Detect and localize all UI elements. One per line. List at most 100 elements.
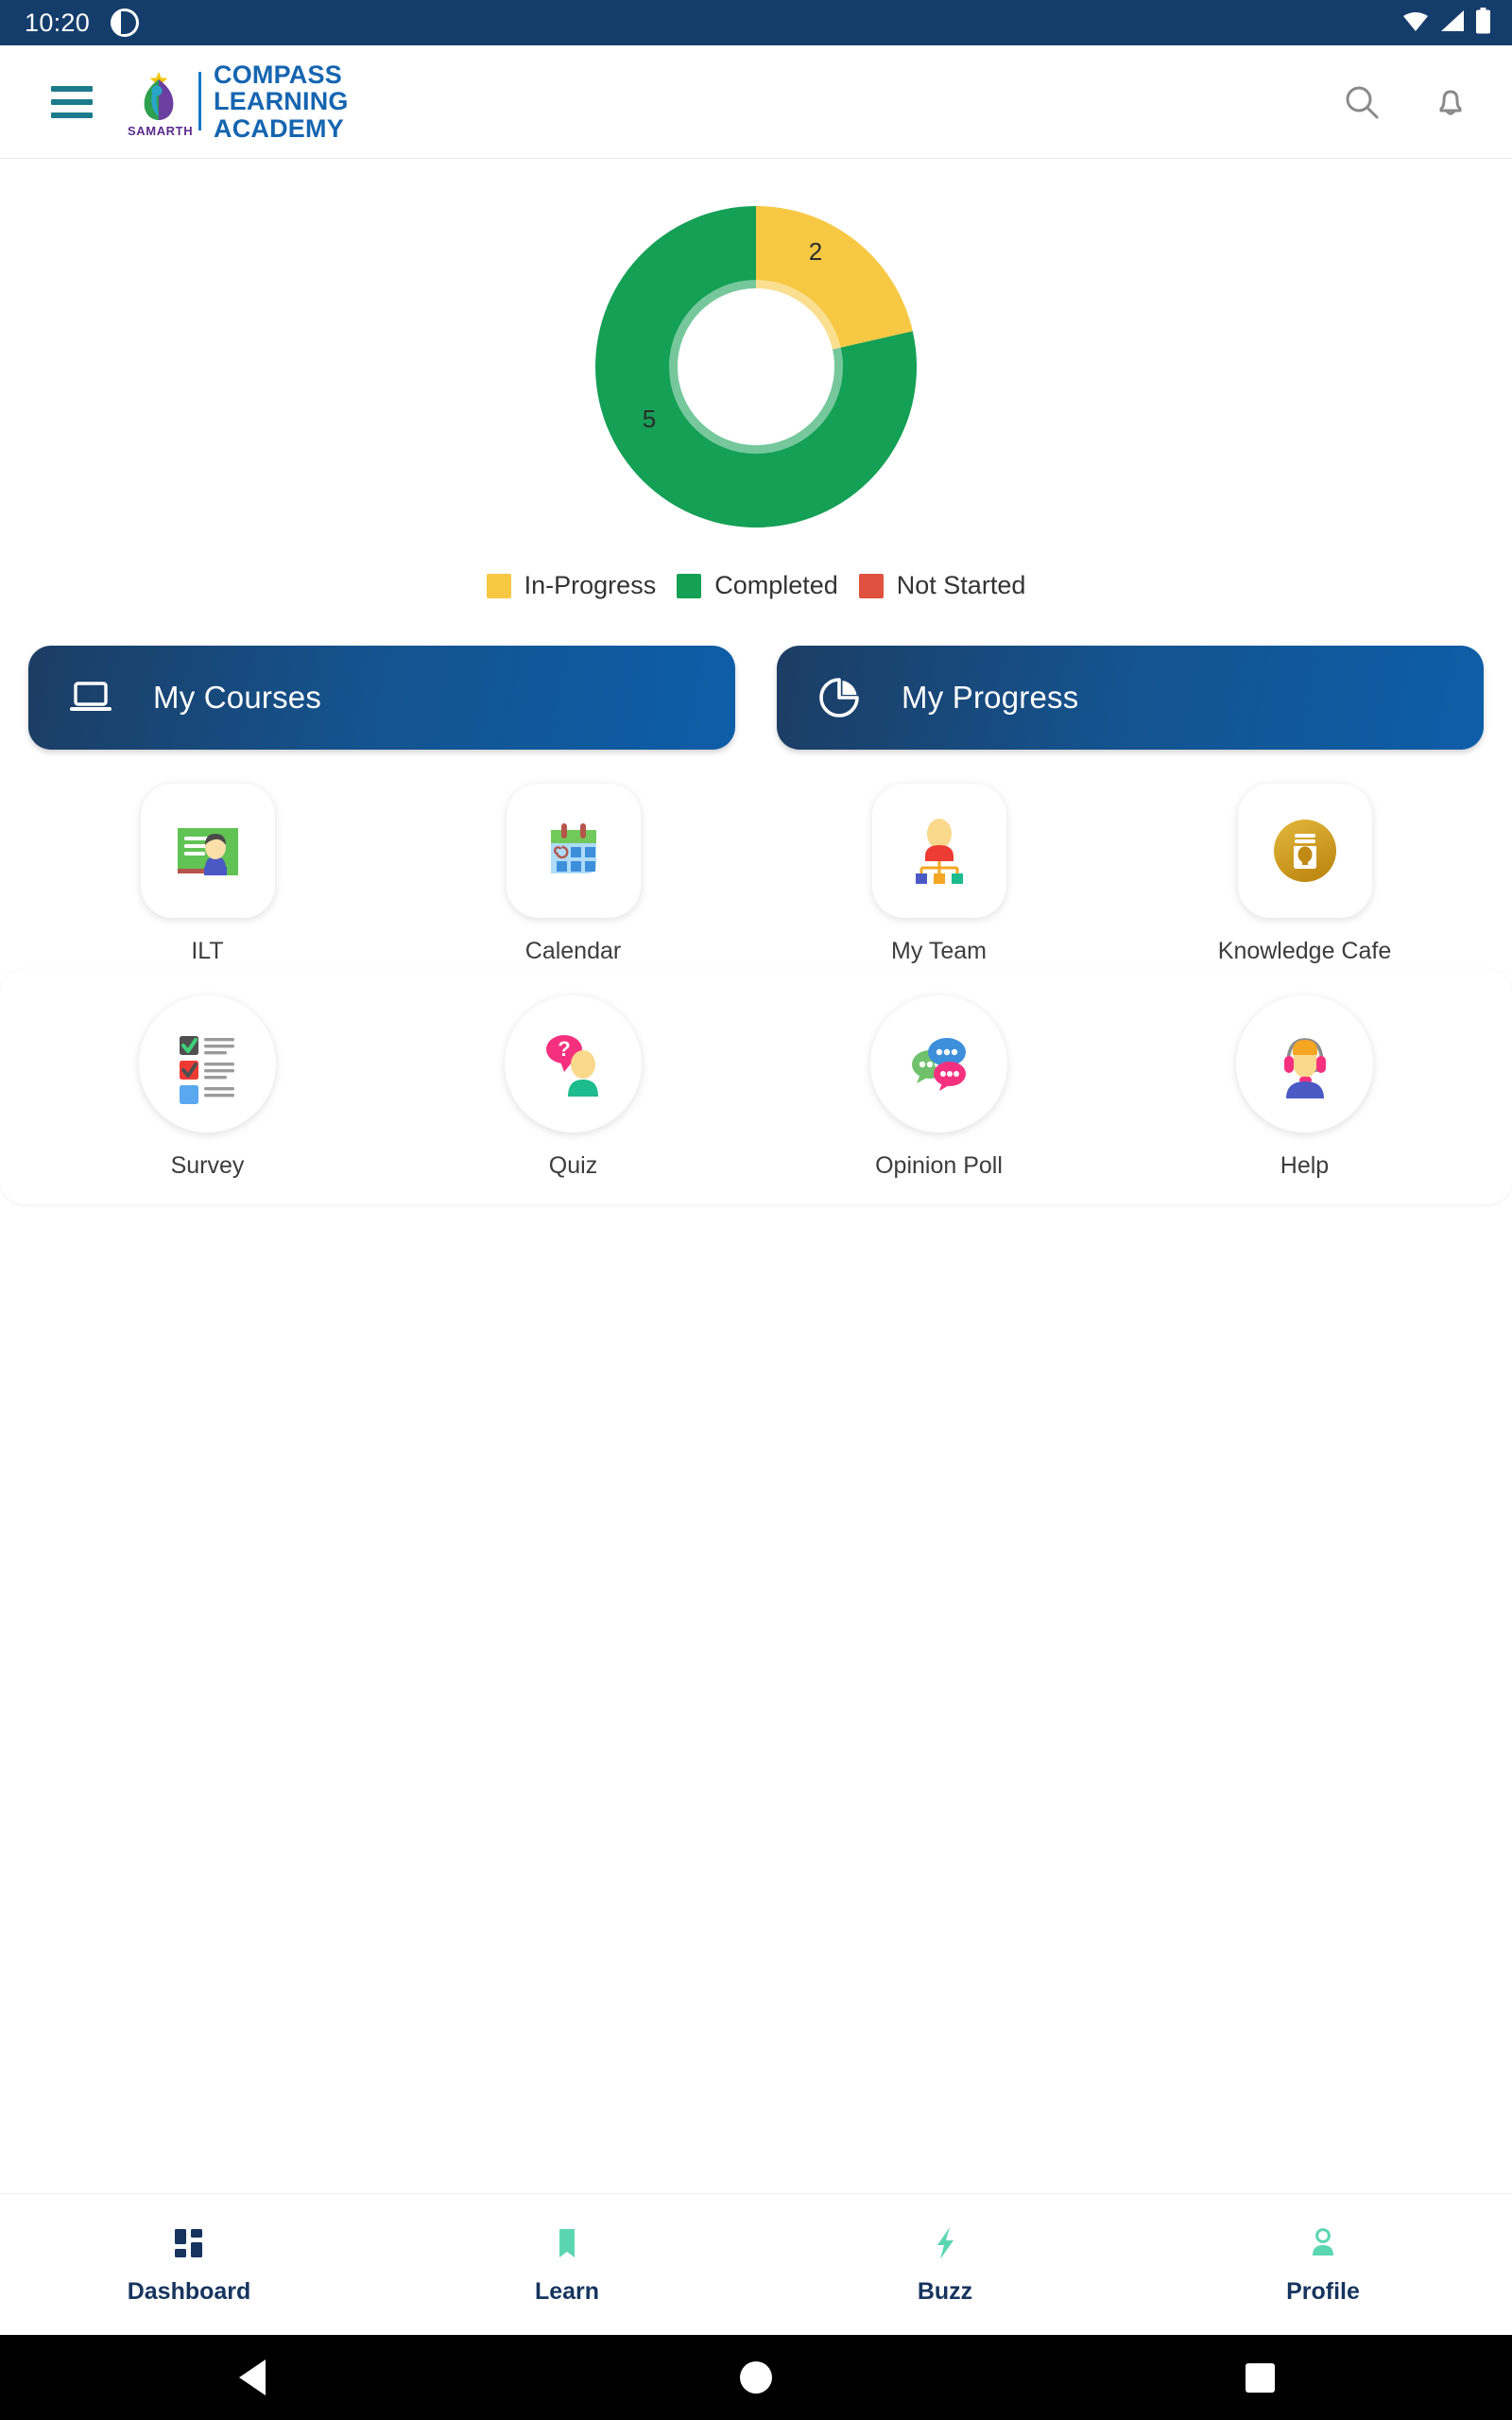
app-root: 10:20 SAMARTH COMPASS LEARNING ACADEMY 2…: [0, 0, 1512, 2420]
status-time: 10:20: [25, 8, 91, 37]
app-tile-quiz[interactable]: ? Quiz: [390, 986, 756, 1180]
donut-chart: 2 5: [595, 206, 918, 527]
app-grid-row-2: Survey ? Quiz Opinion Poll Help: [0, 969, 1512, 1204]
battery-icon: [1475, 7, 1491, 39]
survey-tile-surface: [139, 995, 276, 1132]
legend-swatch-not-started: [858, 573, 884, 598]
app-tile-opinion-poll[interactable]: Opinion Poll: [756, 986, 1122, 1180]
nav-item-dashboard[interactable]: Dashboard: [0, 2224, 378, 2306]
calendar-label: Calendar: [524, 938, 622, 964]
quiz-label: Quiz: [548, 1152, 598, 1179]
my-courses-button[interactable]: My Courses: [28, 646, 735, 750]
my-progress-button[interactable]: My Progress: [777, 646, 1484, 750]
legend-item-completed: Completed: [677, 571, 838, 600]
bottom-navigation: Dashboard Learn Buzz Profile: [0, 2193, 1512, 2335]
knowledge-cafe-label: Knowledge Cafe: [1217, 938, 1392, 964]
bell-icon[interactable]: [1431, 82, 1470, 122]
android-system-nav: [0, 2335, 1512, 2420]
nav-item-learn[interactable]: Learn: [378, 2224, 756, 2306]
opinion-poll-tile-surface: [870, 995, 1007, 1132]
app-shortcut-grid: ILT Calendar My Team Knowledge Cafe Surv…: [0, 774, 1512, 1204]
app-tile-calendar[interactable]: Calendar: [390, 774, 756, 965]
speech-bubbles-icon: [911, 1037, 966, 1091]
pie-chart-icon: [777, 676, 902, 719]
legend-item-not-started: Not Started: [858, 571, 1026, 600]
brand-line-3: ACADEMY: [214, 113, 344, 143]
survey-label: Survey: [170, 1152, 245, 1179]
recents-square-icon[interactable]: [1203, 2362, 1316, 2393]
legend-label-not-started: Not Started: [896, 571, 1026, 599]
knowledge-cafe-tile-surface: [1237, 784, 1372, 918]
hamburger-bar: [51, 85, 93, 92]
my-team-tile-surface: [871, 784, 1006, 918]
lightning-bolt-icon: [926, 2224, 964, 2267]
my-team-label: My Team: [891, 938, 987, 964]
opinion-poll-label: Opinion Poll: [875, 1152, 1003, 1179]
hamburger-bar: [51, 98, 93, 105]
legend-item-in-progress: In-Progress: [486, 571, 657, 600]
donut-hole: [678, 288, 834, 445]
book-icon: [548, 2224, 586, 2267]
help-tile-surface: [1236, 995, 1373, 1132]
app-tile-help[interactable]: Help: [1122, 986, 1487, 1180]
app-tile-knowledge-cafe[interactable]: Knowledge Cafe: [1122, 774, 1487, 965]
brand-divider: [198, 72, 201, 131]
calendar-icon: [550, 823, 596, 873]
course-status-chart: 2 5 In-Progress Completed Not Started: [0, 159, 1512, 600]
slice-label-completed: 5: [643, 405, 656, 433]
brand-line-1: COMPASS: [214, 60, 342, 89]
my-courses-label: My Courses: [153, 680, 322, 715]
search-icon[interactable]: [1342, 82, 1382, 122]
nav-label-profile: Profile: [1286, 2277, 1360, 2305]
hamburger-bar: [51, 112, 93, 118]
chart-legend: In-Progress Completed Not Started: [486, 571, 1026, 600]
quiz-tile-surface: ?: [505, 995, 642, 1132]
cellular-signal-icon: [1439, 9, 1466, 37]
classroom-board-icon: [177, 828, 238, 875]
legend-swatch-in-progress: [486, 573, 511, 598]
grid-dashboard-icon: [170, 2224, 208, 2267]
nav-item-buzz[interactable]: Buzz: [756, 2224, 1134, 2306]
app-bar: SAMARTH COMPASS LEARNING ACADEMY: [0, 45, 1512, 159]
app-tile-survey[interactable]: Survey: [25, 986, 390, 1180]
hamburger-menu-icon[interactable]: [51, 85, 93, 118]
back-triangle-icon[interactable]: [196, 2360, 309, 2395]
brand-name: COMPASS LEARNING ACADEMY: [214, 60, 349, 143]
calendar-tile-surface: [506, 784, 641, 918]
status-bar-left: 10:20: [25, 8, 140, 37]
status-bar: 10:20: [0, 0, 1512, 45]
notification-circle-icon: [111, 9, 140, 37]
coffee-lightbulb-icon: [1273, 820, 1336, 882]
samarth-wordmark: SAMARTH: [128, 124, 194, 139]
my-progress-label: My Progress: [902, 680, 1079, 715]
nav-item-profile[interactable]: Profile: [1134, 2224, 1512, 2306]
brand-line-2: LEARNING: [214, 87, 349, 116]
ilt-label: ILT: [191, 938, 224, 964]
samarth-logo-mark: SAMARTH: [128, 66, 194, 139]
status-bar-right: [1401, 7, 1491, 39]
home-circle-icon[interactable]: [699, 2361, 813, 2394]
legend-swatch-completed: [677, 573, 702, 598]
person-icon: [1304, 2224, 1342, 2267]
slice-label-in-progress: 2: [809, 237, 822, 266]
question-person-icon: ?: [545, 1034, 598, 1097]
app-grid-row-1: ILT Calendar My Team Knowledge Cafe: [0, 774, 1512, 965]
dashboard-content: 2 5 In-Progress Completed Not Started My…: [0, 159, 1512, 2193]
org-chart-icon: [915, 819, 963, 884]
laptop-icon: [28, 678, 153, 717]
app-tile-my-team[interactable]: My Team: [756, 774, 1122, 965]
headset-support-icon: [1283, 1037, 1326, 1098]
brand-logo[interactable]: SAMARTH COMPASS LEARNING ACADEMY: [128, 60, 349, 143]
svg-text:?: ?: [558, 1037, 570, 1061]
checklist-icon: [179, 1035, 234, 1104]
nav-label-dashboard: Dashboard: [127, 2277, 251, 2305]
primary-action-row: My Courses My Progress: [0, 600, 1512, 750]
ilt-tile-surface: [140, 784, 275, 918]
help-label: Help: [1280, 1152, 1330, 1179]
nav-label-learn: Learn: [534, 2277, 600, 2305]
legend-label-completed: Completed: [714, 571, 838, 599]
nav-label-buzz: Buzz: [917, 2277, 973, 2305]
app-tile-ilt[interactable]: ILT: [25, 774, 390, 965]
legend-label-in-progress: In-Progress: [524, 571, 657, 599]
samarth-emblem-icon: [144, 72, 174, 121]
